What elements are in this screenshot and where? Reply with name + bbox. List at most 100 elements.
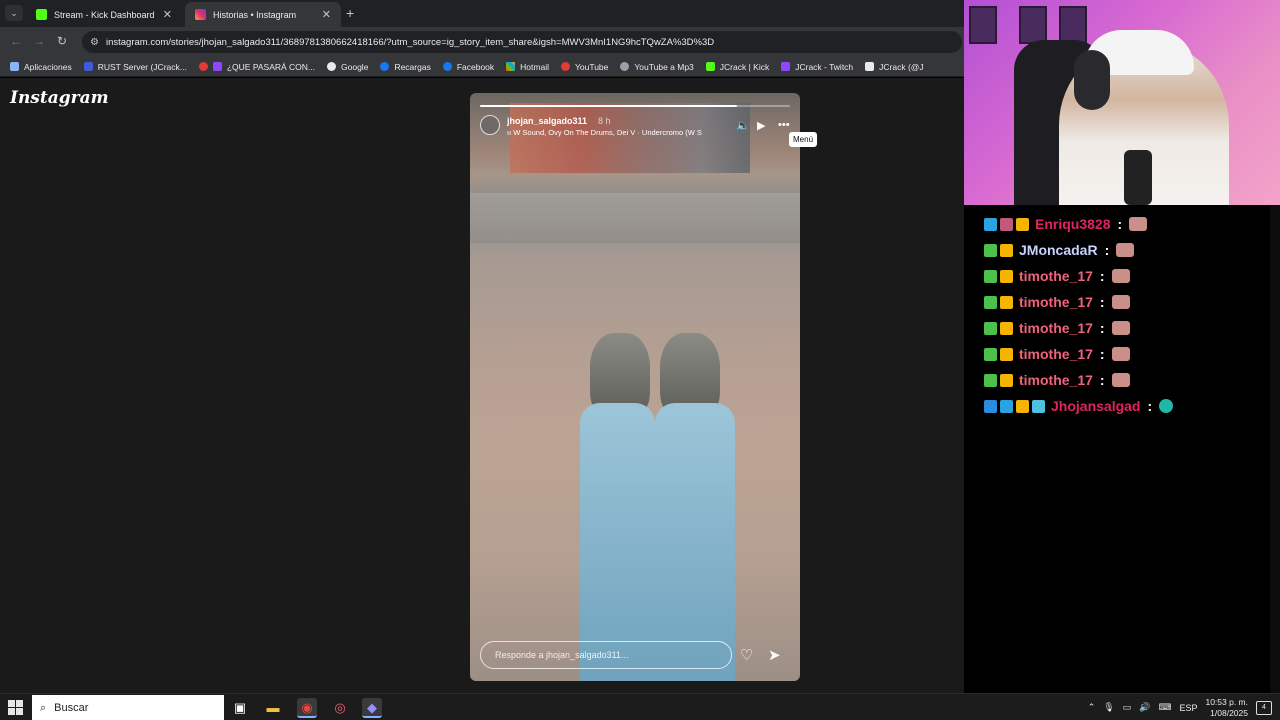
chat-message: timothe_17: [984, 370, 1130, 390]
heart-icon[interactable]: ♡ [740, 646, 753, 664]
browser-tab-bar: ⌄ Stream - Kick Dashboard ✕ Historias • … [0, 0, 964, 27]
bookmark-youtube-mp3[interactable]: YouTube a Mp3 [620, 61, 694, 72]
story-header: jhojan_salgado311 8 h ıı W Sound, Ovy On… [480, 115, 790, 143]
story-music-label[interactable]: ıı W Sound, Ovy On The Drums, Dei V · Un… [507, 128, 717, 137]
bookmark-label: JCrack - Twitch [795, 61, 854, 72]
bookmark-label: JCrack (@J [879, 61, 924, 72]
google-icon [327, 62, 337, 71]
bookmark-hotmail[interactable]: Hotmail [506, 62, 549, 72]
chat-username: Enriqu3828 [1035, 216, 1111, 232]
clock-time: 10:53 p. m. [1205, 696, 1248, 707]
bookmark-recargas[interactable]: Recargas [380, 61, 431, 72]
crown-badge-icon [1000, 269, 1013, 283]
bookmark-facebook[interactable]: Facebook [442, 62, 494, 72]
app-icon[interactable]: ◆ [362, 698, 382, 718]
chat-separator: : [1099, 268, 1105, 284]
chat-username: timothe_17 [1019, 346, 1093, 362]
tab-kick-dashboard[interactable]: Stream - Kick Dashboard ✕ [26, 2, 182, 27]
windows-taskbar: ⌕ Buscar ▣ ▬ ◉ ◎ ◆ ⌃ 🎙 ▭ 🔊 ⌨ ESP 10:53 p… [0, 693, 1280, 720]
bookmark-que-pasara[interactable]: ¿QUE PASARÁ CON... [198, 62, 315, 72]
tab-search-chevron-icon[interactable]: ⌄ [5, 5, 23, 21]
bookmark-google[interactable]: Google [327, 62, 368, 72]
url-text: instagram.com/stories/jhojan_salgado311/… [105, 36, 715, 48]
taskbar-search[interactable]: ⌕ Buscar [32, 695, 224, 720]
chrome-icon[interactable]: ◉ [297, 698, 317, 718]
twitch-icon [781, 62, 791, 71]
chat-username: JMoncadaR [1019, 242, 1098, 258]
chat-message: timothe_17: [984, 266, 1130, 286]
microphone [1124, 150, 1152, 205]
mute-icon[interactable]: 🔈 [736, 119, 750, 132]
streamer-webcam [964, 0, 1280, 205]
reload-icon[interactable]: ↻ [57, 34, 67, 48]
story-photo-legs [580, 333, 735, 681]
bookmark-youtube[interactable]: YouTube [560, 62, 608, 72]
bookmark-label: Hotmail [520, 61, 549, 72]
new-tab-plus-icon[interactable]: + [346, 5, 354, 21]
crown-badge-icon [1000, 295, 1013, 309]
instagram-logo[interactable]: Instagram [10, 88, 109, 108]
bookmark-rust-server[interactable]: RUST Server (JCrack... [83, 61, 187, 72]
bookmark-jcrack-x[interactable]: JCrack (@J [865, 62, 924, 72]
play-icon[interactable]: ▶ [757, 119, 765, 132]
bookmark-label: RUST Server (JCrack... [97, 61, 187, 72]
site-info-icon[interactable]: ⚙ [90, 37, 99, 48]
task-view-icon[interactable]: ▣ [230, 698, 250, 718]
emote-icon [1111, 347, 1130, 361]
story-username[interactable]: jhojan_salgado311 [507, 116, 587, 126]
facebook-icon [380, 62, 390, 71]
kick-icon [705, 62, 715, 71]
story-age: 8 h [598, 116, 611, 126]
network-icon[interactable]: ▭ [1123, 702, 1132, 713]
back-arrow-icon[interactable]: ← [10, 34, 22, 48]
more-options-icon[interactable]: ••• [778, 119, 790, 131]
bookmark-jcrack-twitch[interactable]: JCrack - Twitch [781, 62, 853, 72]
bookmark-label: YouTube a Mp3 [634, 61, 694, 72]
send-icon[interactable]: ➤ [768, 646, 781, 664]
chat-message: timothe_17: [984, 292, 1130, 312]
story-viewer[interactable]: jhojan_salgado311 8 h ıı W Sound, Ovy On… [470, 93, 800, 681]
clock[interactable]: 10:53 p. m. 1/08/2025 [1205, 697, 1248, 719]
bookmark-label: Google [341, 61, 369, 72]
chat-message: Enriqu3828: [984, 214, 1148, 234]
microphone-icon[interactable]: 🎙 [1103, 702, 1114, 713]
story-progress-bar [480, 105, 790, 107]
arrow-badge-icon [984, 399, 997, 413]
chat-separator: : [1104, 242, 1110, 258]
file-explorer-icon[interactable]: ▬ [263, 698, 283, 718]
globe-icon [620, 62, 630, 71]
chat-separator: : [1099, 346, 1105, 362]
keyboard-icon[interactable]: ⌨ [1158, 702, 1171, 713]
notification-count: 4 [1262, 703, 1266, 711]
youtube-icon [560, 62, 570, 71]
crown-badge-icon [1000, 373, 1013, 387]
reply-input[interactable]: Responde a jhojan_salgado311... [480, 641, 732, 669]
microsoft-icon [506, 62, 516, 71]
cube-badge-icon [984, 217, 997, 231]
close-icon[interactable]: ✕ [322, 8, 331, 21]
stream-chat-overlay: Enriqu3828: JMoncadaR: timothe_17: timothe_… [964, 205, 1280, 693]
bookmark-label: Recargas [394, 61, 431, 72]
forward-arrow-icon[interactable]: → [33, 34, 45, 48]
avatar[interactable] [480, 115, 500, 135]
emote-icon [1111, 269, 1130, 283]
obs-icon[interactable]: ◎ [330, 698, 350, 718]
bookmark-apps[interactable]: Aplicaciones [10, 62, 72, 72]
plus-badge-icon [984, 269, 997, 283]
kick-icon [36, 9, 47, 20]
chat-username: timothe_17 [1019, 268, 1093, 284]
chevron-up-icon[interactable]: ⌃ [1088, 702, 1096, 713]
clock-date: 1/08/2025 [1210, 707, 1248, 718]
close-icon[interactable]: ✕ [163, 8, 172, 21]
address-bar[interactable]: ⚙ instagram.com/stories/jhojan_salgado31… [82, 31, 962, 53]
tab-instagram-stories[interactable]: Historias • Instagram ✕ [185, 2, 341, 27]
volume-icon[interactable]: 🔊 [1139, 702, 1150, 713]
notifications-icon[interactable]: 4 [1256, 700, 1272, 715]
screen: ⌄ Stream - Kick Dashboard ✕ Historias • … [0, 0, 1280, 720]
bookmarks-bar: Aplicaciones RUST Server (JCrack... ¿QUE… [0, 57, 964, 77]
emote-icon [1116, 243, 1135, 257]
windows-start-icon[interactable] [8, 700, 23, 715]
search-placeholder: Buscar [54, 702, 89, 714]
language-indicator[interactable]: ESP [1179, 703, 1197, 713]
bookmark-jcrack-kick[interactable]: JCrack | Kick [705, 62, 769, 72]
